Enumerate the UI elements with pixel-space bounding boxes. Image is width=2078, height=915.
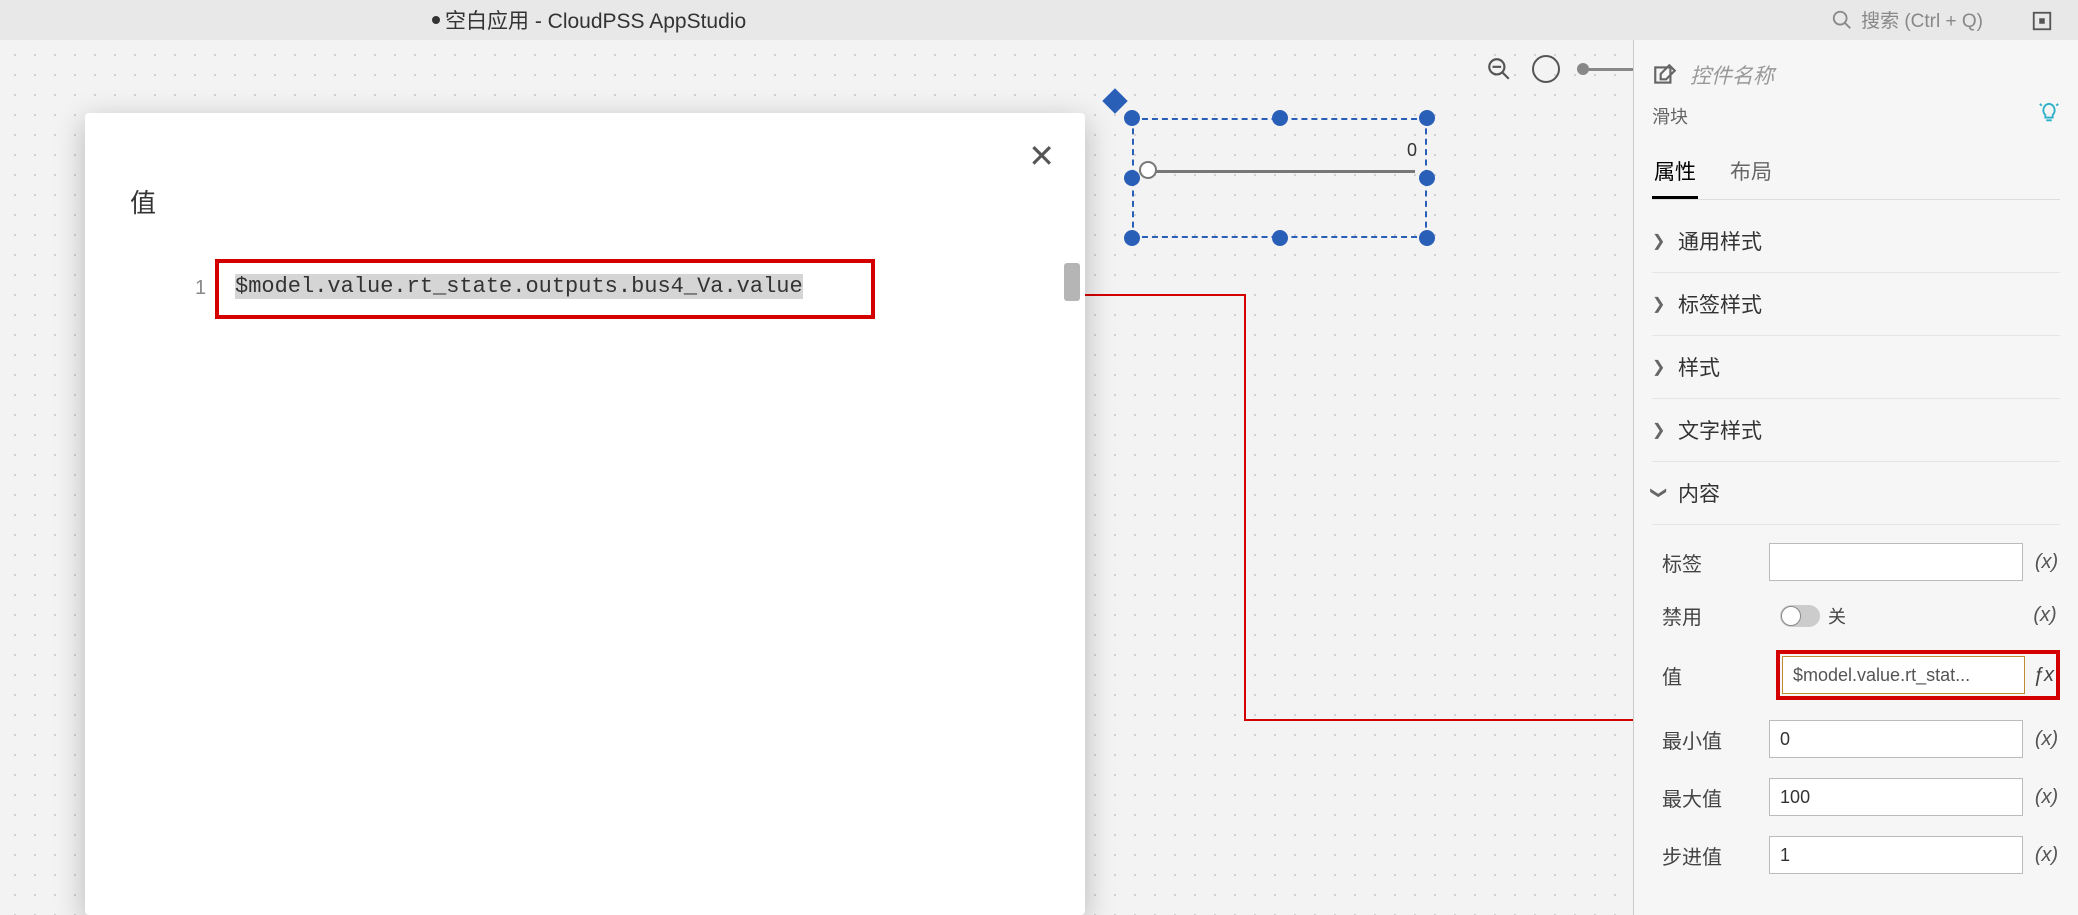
section-label-style[interactable]: ❯标签样式	[1652, 273, 2060, 336]
rename-icon[interactable]	[1652, 62, 1678, 88]
expr-toggle[interactable]: (x)	[2033, 786, 2060, 809]
expr-toggle[interactable]: (x)	[2033, 844, 2060, 867]
expr-toggle[interactable]: (x)	[2033, 728, 2060, 751]
modal-title: 值	[130, 183, 156, 220]
annotation-highlight-box: $model.value.rt_stat... ƒx	[1776, 650, 2060, 700]
prop-row-label: 标签 (x)	[1662, 533, 2060, 591]
resize-handle[interactable]	[1419, 230, 1435, 246]
fx-icon[interactable]: ƒx	[2033, 664, 2054, 687]
toggle-knob-icon	[1780, 605, 1820, 627]
search-icon	[1831, 9, 1853, 31]
tab-layout[interactable]: 布局	[1728, 146, 1774, 199]
section-content-body: 标签 (x) 禁用 关 (x) 值 $model.value.rt_stat..…	[1652, 525, 2060, 892]
titlebar: 空白应用 - CloudPSS AppStudio 搜索 (Ctrl + Q)	[0, 0, 2078, 40]
chevron-right-icon: ❯	[1652, 294, 1666, 314]
max-input[interactable]	[1769, 778, 2023, 816]
section-text-style[interactable]: ❯文字样式	[1652, 399, 2060, 462]
resize-handle[interactable]	[1124, 110, 1140, 126]
code-text[interactable]: $model.value.rt_state.outputs.bus4_Va.va…	[235, 274, 803, 299]
widget-name-input[interactable]: 控件名称	[1690, 60, 1774, 90]
close-icon[interactable]: ✕	[1028, 137, 1055, 175]
line-number: 1	[195, 277, 206, 300]
search-placeholder: 搜索 (Ctrl + Q)	[1861, 6, 1983, 33]
chevron-down-icon: ❯	[1649, 486, 1669, 500]
zoom-out-icon[interactable]	[1486, 56, 1512, 82]
tab-properties[interactable]: 属性	[1652, 146, 1698, 199]
search-box[interactable]: 搜索 (Ctrl + Q)	[1831, 6, 1983, 33]
prop-label: 标签	[1662, 548, 1759, 577]
resize-handle[interactable]	[1419, 110, 1435, 126]
widget-slider-thumb[interactable]	[1139, 161, 1157, 179]
prop-label: 值	[1662, 661, 1770, 690]
selected-slider-widget[interactable]: 0	[1132, 118, 1427, 238]
resize-handle[interactable]	[1124, 170, 1140, 186]
step-input[interactable]	[1769, 836, 2023, 874]
scrollbar-thumb[interactable]	[1064, 263, 1080, 301]
value-input[interactable]: $model.value.rt_stat...	[1782, 656, 2025, 694]
slider-value-label: 0	[1407, 140, 1417, 161]
chevron-right-icon: ❯	[1652, 357, 1666, 377]
properties-panel: 控件名称 滑块 属性 布局 ❯通用样式 ❯标签样式 ❯样式 ❯文字样式 ❯内容 …	[1633, 40, 2078, 915]
expr-toggle[interactable]: (x)	[2030, 604, 2060, 627]
app-title: 空白应用 - CloudPSS AppStudio	[445, 5, 746, 35]
widget-slider-track[interactable]	[1144, 170, 1415, 173]
toggle-state: 关	[1828, 603, 1846, 629]
code-editor[interactable]: 1 $model.value.rt_state.outputs.bus4_Va.…	[225, 268, 1065, 305]
resize-handle[interactable]	[1272, 110, 1288, 126]
prop-label: 最大值	[1662, 783, 1759, 812]
prop-row-min: 最小值 (x)	[1662, 710, 2060, 768]
code-line: $model.value.rt_state.outputs.bus4_Va.va…	[225, 268, 1065, 305]
focus-mode-icon[interactable]	[2031, 10, 2053, 32]
section-common-style[interactable]: ❯通用样式	[1652, 210, 2060, 273]
zoom-knob-icon[interactable]	[1532, 55, 1560, 83]
resize-handle[interactable]	[1124, 230, 1140, 246]
prop-row-step: 步进值 (x)	[1662, 826, 2060, 884]
expr-toggle[interactable]: (x)	[2033, 551, 2060, 574]
min-input[interactable]	[1769, 720, 2023, 758]
resize-handle[interactable]	[1272, 230, 1288, 246]
prop-label: 最小值	[1662, 725, 1759, 754]
prop-row-max: 最大值 (x)	[1662, 768, 2060, 826]
prop-row-disabled: 禁用 关 (x)	[1662, 591, 2060, 640]
label-input[interactable]	[1769, 543, 2023, 581]
prop-label: 禁用	[1662, 601, 1770, 630]
panel-tabs: 属性 布局	[1652, 146, 2060, 200]
section-content[interactable]: ❯内容	[1652, 462, 2060, 525]
hint-bulb-icon[interactable]	[2038, 102, 2060, 130]
prop-row-value: 值 $model.value.rt_stat... ƒx	[1662, 640, 2060, 710]
chevron-right-icon: ❯	[1652, 420, 1666, 440]
value-editor-modal: 值 ✕ 1 $model.value.rt_state.outputs.bus4…	[85, 113, 1085, 915]
disabled-toggle[interactable]: 关	[1780, 603, 1846, 629]
unsaved-dot-icon	[432, 16, 440, 24]
selection-outline	[1132, 118, 1427, 238]
resize-handle[interactable]	[1419, 170, 1435, 186]
widget-type-label: 滑块	[1652, 103, 1688, 129]
prop-label: 步进值	[1662, 841, 1759, 870]
chevron-right-icon: ❯	[1652, 231, 1666, 251]
section-style[interactable]: ❯样式	[1652, 336, 2060, 399]
